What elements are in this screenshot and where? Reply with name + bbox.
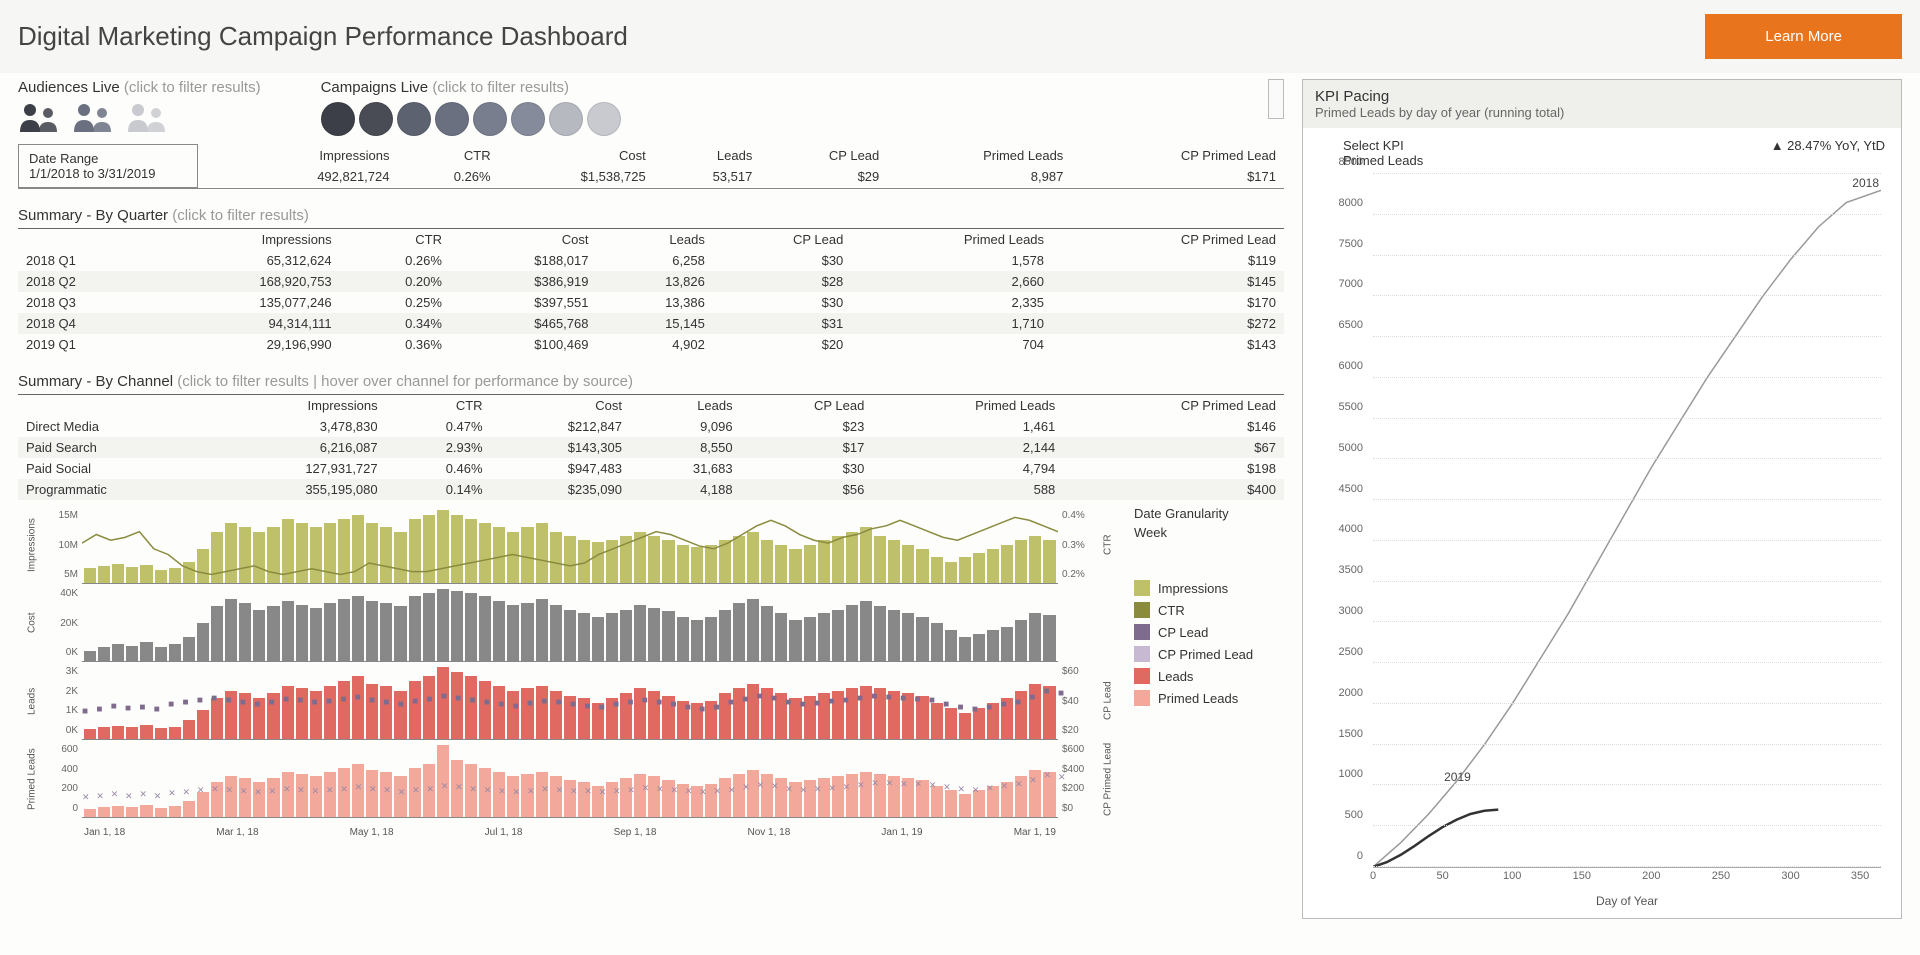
table-row[interactable]: Paid Search6,216,0872.93%$143,3058,550$1… bbox=[18, 437, 1284, 458]
campaign-dot[interactable] bbox=[473, 102, 507, 136]
granularity-label: Date Granularity bbox=[1134, 506, 1284, 521]
table-row[interactable]: 2018 Q165,312,6240.26%$188,0176,258$301,… bbox=[18, 250, 1284, 271]
table-row[interactable]: Direct Media3,478,8300.47%$212,8479,096$… bbox=[18, 416, 1284, 437]
campaign-dot[interactable] bbox=[511, 102, 545, 136]
timeseries-charts: Impressions 15M10M5M 0.4%0.3%0.2% CTR Co… bbox=[18, 506, 1122, 838]
table-row[interactable]: 2018 Q3135,077,2460.25%$397,55113,386$30… bbox=[18, 292, 1284, 313]
granularity-select[interactable]: Week bbox=[1134, 525, 1284, 540]
header: Digital Marketing Campaign Performance D… bbox=[0, 0, 1920, 73]
primed-chart: Primed Leads 6004002000 ✕✕✕✕✕✕✕✕✕✕✕✕✕✕✕✕… bbox=[18, 740, 1122, 818]
audience-icon[interactable] bbox=[126, 102, 170, 132]
date-range-box[interactable]: Date Range 1/1/2018 to 3/31/2019 bbox=[18, 144, 198, 188]
yoy-delta: ▲ 28.47% YoY, YtD bbox=[1771, 138, 1885, 168]
kpi-totals-table: ImpressionsCTRCostLeadsCP LeadPrimed Lea… bbox=[198, 145, 1284, 187]
pacing-chart: 0500100015002000250030003500400045005000… bbox=[1323, 174, 1881, 908]
audience-icon[interactable] bbox=[72, 102, 116, 132]
table-row[interactable]: 2018 Q494,314,1110.34%$465,76815,145$311… bbox=[18, 313, 1284, 334]
legend: ImpressionsCTRCP LeadCP Primed LeadLeads… bbox=[1134, 580, 1284, 706]
campaigns-filter: Campaigns Live (click to filter results) bbox=[321, 79, 1200, 136]
kpi-pacing-panel: KPI Pacing Primed Leads by day of year (… bbox=[1302, 79, 1902, 919]
campaign-dot[interactable] bbox=[321, 102, 355, 136]
campaign-dot[interactable] bbox=[549, 102, 583, 136]
campaign-dot[interactable] bbox=[435, 102, 469, 136]
page-title: Digital Marketing Campaign Performance D… bbox=[18, 21, 628, 52]
cost-chart: Cost 40K20K0K bbox=[18, 584, 1122, 662]
learn-more-button[interactable]: Learn More bbox=[1705, 14, 1902, 59]
audience-icon[interactable] bbox=[18, 102, 62, 132]
campaign-dot[interactable] bbox=[359, 102, 393, 136]
audiences-filter: Audiences Live (click to filter results) bbox=[18, 79, 261, 132]
table-row[interactable]: Programmatic355,195,0800.14%$235,0904,18… bbox=[18, 479, 1284, 500]
campaign-dot[interactable] bbox=[397, 102, 431, 136]
table-row[interactable]: 2018 Q2168,920,7530.20%$386,91913,826$28… bbox=[18, 271, 1284, 292]
impressions-chart: Impressions 15M10M5M 0.4%0.3%0.2% CTR bbox=[18, 506, 1122, 584]
leads-chart: Leads 3K2K1K0K ■■■■■■■■■■■■■■■■■■■■■■■■■… bbox=[18, 662, 1122, 740]
table-row[interactable]: 2019 Q129,196,9900.36%$100,4694,902$2070… bbox=[18, 334, 1284, 355]
quarter-table[interactable]: ImpressionsCTRCostLeadsCP LeadPrimed Lea… bbox=[18, 228, 1284, 355]
campaign-dot[interactable] bbox=[587, 102, 621, 136]
table-row[interactable]: Paid Social127,931,7270.46%$947,48331,68… bbox=[18, 458, 1284, 479]
channel-table[interactable]: ImpressionsCTRCostLeadsCP LeadPrimed Lea… bbox=[18, 394, 1284, 500]
